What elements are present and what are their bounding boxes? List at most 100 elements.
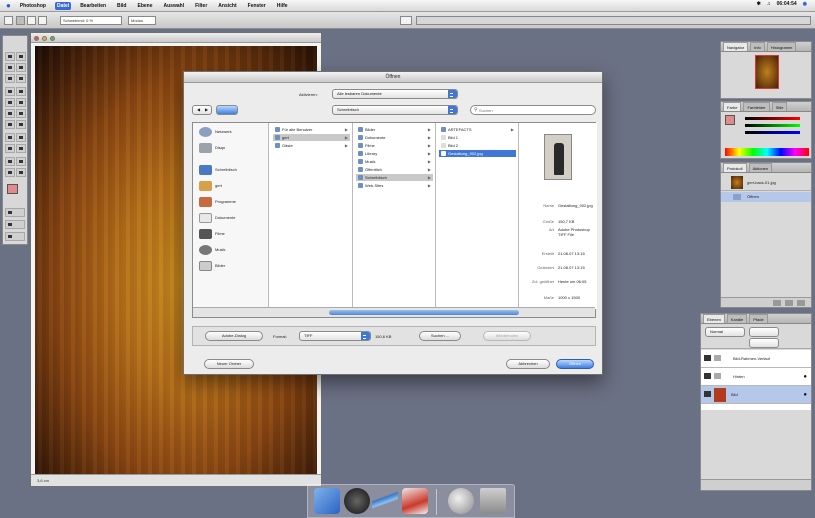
list-item[interactable]: Für alle Benutzer ▶ <box>273 126 350 133</box>
tab-layers[interactable]: Ebenen <box>703 314 725 323</box>
lasso-tool-icon[interactable] <box>5 63 15 72</box>
tab-histogram[interactable]: Histogramm <box>766 42 797 51</box>
photoshop-feather-icon[interactable] <box>372 488 398 514</box>
list-item[interactable]: Bild 2 <box>439 142 516 149</box>
trash-icon[interactable] <box>480 488 506 514</box>
layer-row-selected[interactable]: Bild ● <box>701 386 811 404</box>
menu-hilfe[interactable]: Hilfe <box>275 2 290 10</box>
sidebar-item-home[interactable]: gert <box>197 179 265 193</box>
list-item[interactable]: Musik ▶ <box>356 158 433 165</box>
new-document-icon[interactable] <box>773 300 781 306</box>
pen-tool-icon[interactable] <box>5 144 15 153</box>
subtract-selection-icon[interactable] <box>38 16 47 25</box>
zoom-tool-icon[interactable] <box>16 168 26 177</box>
list-item[interactable]: Dokumente ▶ <box>356 134 433 141</box>
mail-icon[interactable] <box>402 488 428 514</box>
move-tool-icon[interactable] <box>16 52 26 61</box>
bluetooth-icon[interactable]: ✱ <box>757 1 761 7</box>
brush-tool-icon[interactable] <box>16 87 26 96</box>
mode-select[interactable]: Modus <box>128 16 156 25</box>
finder-icon[interactable] <box>314 488 340 514</box>
tab-info[interactable]: Info <box>750 42 765 51</box>
history-state-row[interactable]: Öffnen <box>721 192 811 202</box>
eye-icon[interactable] <box>704 373 711 379</box>
horizontal-scrollbar[interactable] <box>193 307 595 317</box>
fill-field[interactable] <box>749 338 779 348</box>
blue-slider[interactable] <box>745 131 800 134</box>
list-item-selected[interactable]: Gestaltung_002.jpg <box>439 150 516 157</box>
slice-tool-icon[interactable] <box>16 74 26 83</box>
layer-row[interactable]: Bild-Rahmen-Verlauf <box>701 350 811 368</box>
eye-icon[interactable] <box>704 391 711 397</box>
tab-history[interactable]: Protokoll <box>723 163 747 172</box>
sidebar-item-pictures[interactable]: Bilder <box>197 259 265 273</box>
healing-brush-tool-icon[interactable] <box>5 87 15 96</box>
shape-tool-icon[interactable] <box>16 144 26 153</box>
view-mode-buttons[interactable] <box>216 105 238 115</box>
quicktime-icon[interactable] <box>448 488 474 514</box>
menu-auswahl[interactable]: Auswahl <box>162 2 187 10</box>
zoom-level[interactable]: 3,6 cm <box>37 478 49 483</box>
color-ramp[interactable] <box>725 148 809 156</box>
tool-preset-icon[interactable] <box>4 16 13 25</box>
open-button[interactable]: Öffnen <box>556 359 594 369</box>
stamp-tool-icon[interactable] <box>5 98 15 107</box>
adobe-dialog-button[interactable]: Adobe-Dialog <box>205 331 263 341</box>
add-selection-icon[interactable] <box>27 16 36 25</box>
green-slider[interactable] <box>745 124 800 127</box>
list-item[interactable]: Web-Sites ▶ <box>356 182 433 189</box>
eye-icon[interactable] <box>704 355 711 361</box>
volume-icon[interactable]: ♫ <box>767 1 771 7</box>
menu-ebene[interactable]: Ebene <box>135 2 154 10</box>
eraser-tool-icon[interactable] <box>5 109 15 118</box>
type-tool-icon[interactable] <box>16 133 26 142</box>
search-input[interactable] <box>470 105 596 115</box>
zoom-icon[interactable] <box>50 36 55 41</box>
layer-row[interactable]: Hinten ● <box>701 368 811 386</box>
clock[interactable]: 06:04:54 <box>777 1 797 7</box>
list-item[interactable]: Library ▶ <box>356 150 433 157</box>
tab-channels[interactable]: Kanäle <box>726 314 748 323</box>
scrollbar-thumb[interactable] <box>329 310 519 315</box>
close-icon[interactable] <box>34 36 39 41</box>
menu-bild[interactable]: Bild <box>115 2 128 10</box>
opacity-field[interactable] <box>749 327 779 337</box>
menu-app[interactable]: Photoshop <box>18 2 48 10</box>
path-selection-tool-icon[interactable] <box>5 133 15 142</box>
layer-style-icon[interactable]: ● <box>803 374 807 380</box>
navigator-thumbnail[interactable] <box>755 55 779 89</box>
tab-paths[interactable]: Pfade <box>749 314 768 323</box>
magic-wand-tool-icon[interactable] <box>16 63 26 72</box>
feather-field[interactable]: Schwebend: 0 % <box>60 16 122 25</box>
sidebar-item-movies[interactable]: Filme <box>197 227 265 241</box>
screen-mode-icon[interactable] <box>5 220 25 229</box>
show-select[interactable]: Alle lesbaren Dokumente <box>332 89 458 99</box>
spotlight-icon[interactable]: ◉ <box>803 1 807 7</box>
marquee-tool-icon[interactable] <box>5 52 15 61</box>
back-forward-buttons[interactable]: ◀ ▶ <box>192 105 212 115</box>
red-slider[interactable] <box>745 117 800 120</box>
eyedropper-tool-icon[interactable] <box>16 157 26 166</box>
new-snapshot-icon[interactable] <box>785 300 793 306</box>
tab-navigator[interactable]: Navigator <box>723 42 749 51</box>
new-folder-button[interactable]: Neuer Ordner <box>204 359 254 369</box>
list-item[interactable]: Filme ▶ <box>356 142 433 149</box>
notes-tool-icon[interactable] <box>5 157 15 166</box>
tab-swatches[interactable]: Farbfelder <box>743 102 770 111</box>
history-brush-tool-icon[interactable] <box>16 98 26 107</box>
jump-to-imageready-icon[interactable] <box>5 232 25 241</box>
sidebar-item-music[interactable]: Musik <box>197 243 265 257</box>
list-item[interactable]: Bilder ▶ <box>356 126 433 133</box>
tab-color[interactable]: Farbe <box>723 102 742 111</box>
list-item[interactable]: Gäste ▶ <box>273 142 350 149</box>
hand-tool-icon[interactable] <box>5 168 15 177</box>
list-item[interactable]: Schreibtisch ▶ <box>356 174 433 181</box>
layer-style-icon[interactable]: ● <box>803 392 807 398</box>
list-item[interactable]: Bild 1 <box>439 134 516 141</box>
palette-well[interactable] <box>416 16 811 25</box>
list-item[interactable]: gert ▶ <box>273 134 350 141</box>
apple-icon[interactable]: ● <box>6 1 11 10</box>
sidebar-item-disk[interactable]: Disqu <box>197 141 265 155</box>
blur-tool-icon[interactable] <box>5 120 15 129</box>
location-select[interactable]: Schreibtisch <box>332 105 458 115</box>
